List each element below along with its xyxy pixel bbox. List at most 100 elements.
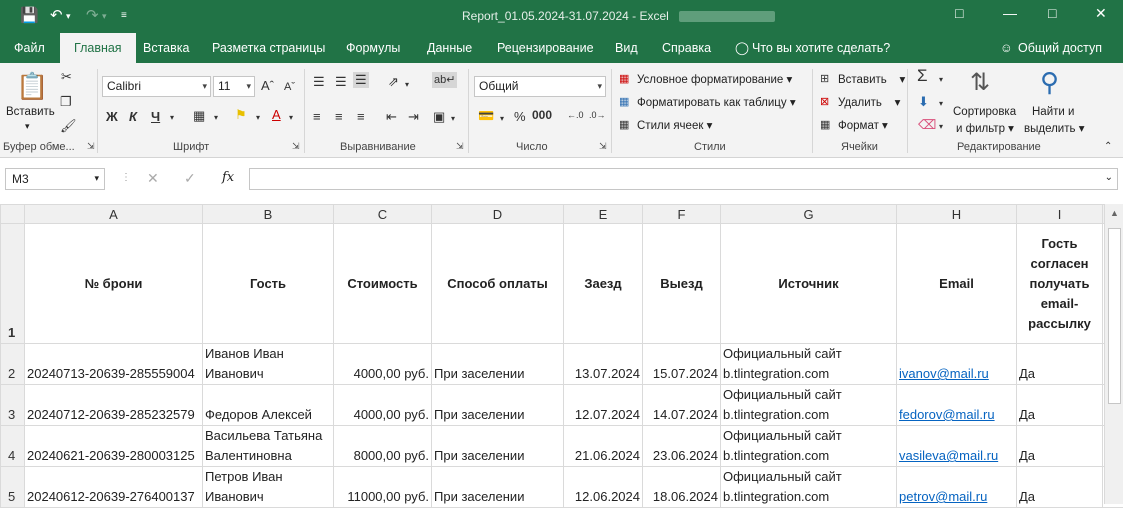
row-header[interactable]: 2	[1, 344, 25, 385]
cut-icon[interactable]: ✂	[61, 69, 72, 85]
column-header-d[interactable]: D	[432, 205, 564, 224]
cell-consent[interactable]: Да	[1017, 344, 1103, 385]
cell-checkin[interactable]: 13.07.2024	[564, 344, 643, 385]
percent-button[interactable]: %	[514, 109, 526, 125]
font-name-combo[interactable]: Calibri▾	[102, 76, 211, 97]
clear-dropdown-icon[interactable]: ▾	[939, 119, 943, 135]
cell-header-email[interactable]: Email	[897, 224, 1017, 344]
undo-dropdown-icon[interactable]: ▾	[66, 6, 71, 26]
cell-cost[interactable]: 4000,00 руб.	[334, 385, 432, 426]
number-format-combo[interactable]: Общий▾	[474, 76, 606, 97]
row-header[interactable]: 4	[1, 426, 25, 467]
maximize-button[interactable]: □	[1048, 5, 1056, 21]
expand-formula-icon[interactable]: ⌄	[1105, 172, 1113, 183]
orientation-icon[interactable]: ⇗	[388, 74, 399, 90]
cell-source[interactable]: Официальный сайт b.tlintegration.com	[721, 426, 897, 467]
close-button[interactable]: ✕	[1095, 5, 1107, 22]
merge-dropdown-icon[interactable]: ▾	[451, 111, 455, 127]
cell-header-booking[interactable]: № брони	[25, 224, 203, 344]
currency-dropdown-icon[interactable]: ▾	[500, 111, 504, 127]
share-button[interactable]: Общий доступ	[1018, 33, 1102, 63]
underline-button[interactable]: Ч	[151, 109, 160, 125]
cell-guest[interactable]: Федоров Алексей	[203, 385, 334, 426]
formula-input[interactable]: ⌄	[249, 168, 1118, 190]
cell-consent[interactable]: Да	[1017, 426, 1103, 467]
column-header-g[interactable]: G	[721, 205, 897, 224]
font-size-combo[interactable]: 11▾	[213, 76, 255, 97]
tab-view[interactable]: Вид	[615, 33, 638, 63]
find-select-button-line2[interactable]: выделить ▾	[1024, 121, 1084, 135]
cell-header-guest[interactable]: Гость	[203, 224, 334, 344]
minimize-button[interactable]: —	[1003, 5, 1017, 21]
cell-header-checkout[interactable]: Выезд	[643, 224, 721, 344]
column-header-e[interactable]: E	[564, 205, 643, 224]
cell-source[interactable]: Официальный сайт b.tlintegration.com	[721, 467, 897, 508]
cell-checkout[interactable]: 23.06.2024	[643, 426, 721, 467]
scrollbar-thumb[interactable]	[1108, 228, 1121, 404]
format-as-table-button[interactable]: Форматировать как таблицу ▾	[637, 95, 796, 109]
cell-checkin[interactable]: 12.07.2024	[564, 385, 643, 426]
redo-dropdown-icon[interactable]: ▾	[102, 6, 107, 26]
vertical-scrollbar[interactable]: ▲	[1104, 204, 1123, 504]
autosum-dropdown-icon[interactable]: ▾	[939, 72, 943, 88]
cell-email-link[interactable]: vasileva@mail.ru	[897, 426, 1017, 467]
underline-dropdown-icon[interactable]: ▾	[170, 110, 174, 126]
tab-help[interactable]: Справка	[662, 33, 711, 63]
cell-header-payment[interactable]: Способ оплаты	[432, 224, 564, 344]
wrap-text-icon[interactable]: ab↵	[432, 72, 457, 88]
column-header-f[interactable]: F	[643, 205, 721, 224]
tab-review[interactable]: Рецензирование	[497, 33, 594, 63]
delete-cells-button[interactable]: Удалить ▾	[838, 95, 900, 109]
sort-filter-button-line1[interactable]: Сортировка	[953, 106, 1016, 118]
borders-dropdown-icon[interactable]: ▾	[214, 110, 218, 126]
italic-button[interactable]: К	[129, 109, 137, 125]
align-top-icon[interactable]: ☰	[313, 74, 325, 90]
font-launcher-icon[interactable]: ⇲	[292, 141, 300, 152]
function-icon[interactable]: fx	[222, 170, 234, 185]
bold-button[interactable]: Ж	[106, 109, 118, 125]
fill-icon[interactable]: ⬇	[918, 94, 929, 110]
tab-file[interactable]: Файл	[14, 33, 45, 63]
column-header-a[interactable]: A	[25, 205, 203, 224]
format-painter-icon[interactable]: 🖌	[60, 118, 77, 134]
tab-formulas[interactable]: Формулы	[346, 33, 400, 63]
increase-decimal-icon[interactable]: ←.0	[567, 107, 584, 123]
clear-icon[interactable]: ⌫	[918, 117, 936, 133]
orientation-dropdown-icon[interactable]: ▾	[405, 77, 409, 93]
clipboard-launcher-icon[interactable]: ⇲	[87, 141, 95, 152]
insert-cells-button[interactable]: Вставить ▾	[838, 72, 905, 86]
cell-email-link[interactable]: petrov@mail.ru	[897, 467, 1017, 508]
scroll-up-icon[interactable]: ▲	[1110, 208, 1119, 218]
cell-payment[interactable]: При заселении	[432, 344, 564, 385]
cell-header-source[interactable]: Источник	[721, 224, 897, 344]
column-header-h[interactable]: H	[897, 205, 1017, 224]
increase-font-icon[interactable]: Aˆ	[261, 78, 274, 94]
copy-icon[interactable]: ❐	[60, 94, 72, 110]
align-bottom-icon[interactable]: ☰	[353, 72, 369, 88]
cell-guest[interactable]: Васильева Татьяна Валентиновна	[203, 426, 334, 467]
customize-toolbar-icon[interactable]: ≡	[121, 6, 127, 26]
redo-icon[interactable]: ↷	[86, 6, 99, 26]
cell-booking[interactable]: 20240713-20639-285559004	[25, 344, 203, 385]
cell-booking[interactable]: 20240712-20639-285232579	[25, 385, 203, 426]
cell-booking[interactable]: 20240621-20639-280003125	[25, 426, 203, 467]
cell-cost[interactable]: 8000,00 руб.	[334, 426, 432, 467]
cell-payment[interactable]: При заселении	[432, 426, 564, 467]
fill-dropdown-icon[interactable]: ▾	[939, 96, 943, 112]
tab-page-layout[interactable]: Разметка страницы	[212, 33, 325, 63]
format-cells-button[interactable]: Формат ▾	[838, 118, 888, 132]
cell-source[interactable]: Официальный сайт b.tlintegration.com	[721, 385, 897, 426]
find-select-button-line1[interactable]: Найти и	[1032, 106, 1074, 118]
tab-insert[interactable]: Вставка	[143, 33, 189, 63]
comma-style-icon[interactable]: 000	[532, 107, 552, 123]
cancel-icon[interactable]: ✕	[147, 170, 159, 187]
column-header-b[interactable]: B	[203, 205, 334, 224]
cell-checkin[interactable]: 21.06.2024	[564, 426, 643, 467]
cell-checkout[interactable]: 15.07.2024	[643, 344, 721, 385]
cell-email-link[interactable]: fedorov@mail.ru	[897, 385, 1017, 426]
row-header[interactable]: 1	[1, 224, 25, 344]
paste-button[interactable]: Вставить	[6, 106, 55, 118]
cell-consent[interactable]: Да	[1017, 467, 1103, 508]
alignment-launcher-icon[interactable]: ⇲	[456, 141, 464, 152]
cell-payment[interactable]: При заселении	[432, 385, 564, 426]
